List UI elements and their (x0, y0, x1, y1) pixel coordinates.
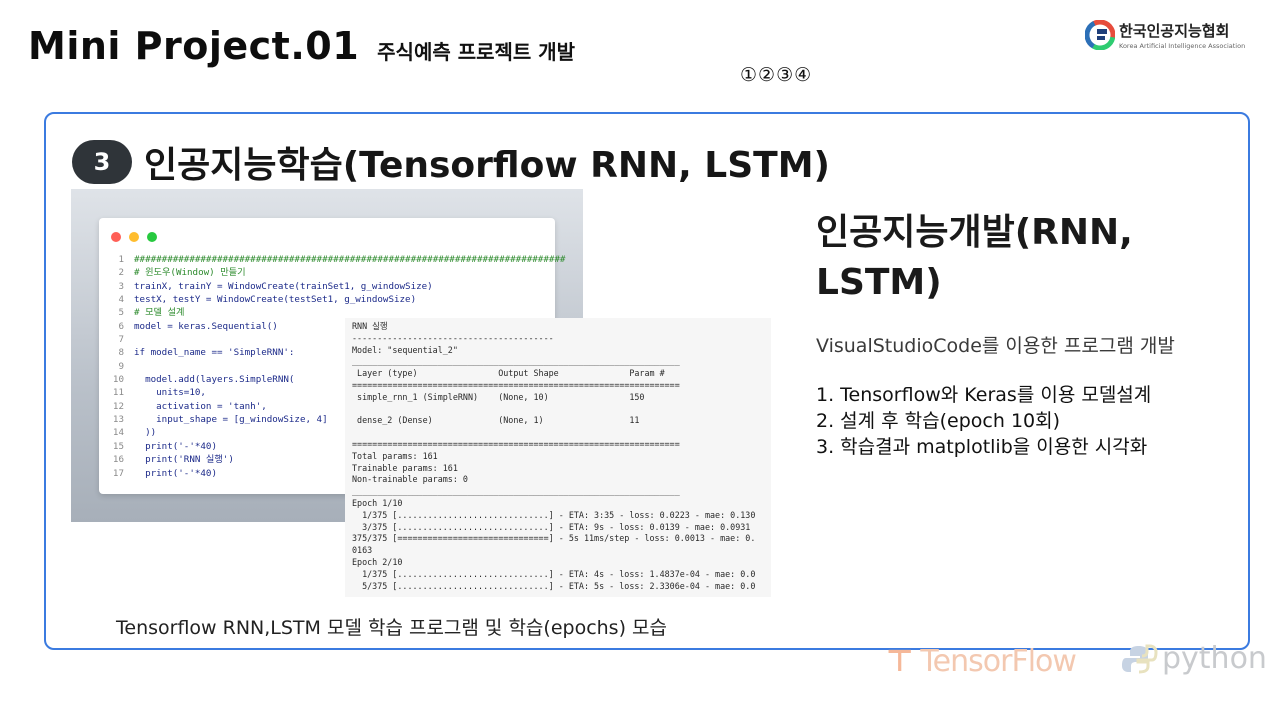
code-text: trainX, trainY = WindowCreate(trainSet1,… (134, 280, 433, 292)
line-number: 8 (118, 347, 124, 359)
console-line: 0163 (352, 545, 373, 556)
tensorflow-watermark-text: TensorFlow (920, 644, 1076, 679)
console-line: 1/375 [..............................] -… (352, 568, 756, 579)
code-line: 1 #######################################… (109, 253, 565, 266)
console-line: 3/375 [..............................] -… (352, 521, 751, 532)
line-number: 4 (118, 294, 124, 306)
console-line: simple_rnn_1 (SimpleRNN) (None, 10) 150 (352, 391, 645, 402)
code-text: print('-'*40) (134, 440, 217, 452)
code-text: input_shape = [g_windowSize, 4] (134, 414, 328, 426)
line-number: 10 (112, 374, 124, 386)
code-line: 4 testX, testY = WindowCreate(testSet1, g… (109, 293, 565, 306)
window-close-dot (111, 232, 121, 242)
line-number: 9 (118, 360, 124, 372)
console-line: Epoch 1/10 (352, 497, 403, 508)
code-text: ########################################… (134, 254, 566, 265)
python-logo-icon (1122, 644, 1158, 673)
slide-title: Mini Project.01 주식예측 프로젝트 개발 (28, 24, 575, 68)
code-text: activation = 'tanh', (134, 400, 267, 412)
line-number: 2 (118, 267, 124, 279)
console-line: 375/375 [==============================]… (352, 533, 756, 544)
line-number: 17 (112, 467, 124, 479)
console-line: Layer (type) Output Shape Param # (352, 368, 665, 379)
code-text: # 모델 설계 (134, 307, 185, 319)
line-number: 3 (118, 280, 124, 292)
console-lines: RNN 실행 ----------------------------------… (352, 321, 755, 592)
line-number: 12 (112, 400, 124, 412)
console-line: 1/375 [..............................] -… (352, 509, 756, 520)
console-line: Total params: 161 (352, 450, 438, 461)
code-text: )) (134, 427, 157, 439)
console-line: ========================================… (352, 379, 680, 390)
line-number: 15 (112, 440, 124, 452)
org-name-en: Korea Artificial Intelligence Associatio… (1119, 42, 1246, 50)
code-line: 3 trainX, trainY = WindowCreate(trainSet1… (109, 280, 565, 293)
line-number: 13 (112, 414, 124, 426)
line-number: 6 (118, 320, 124, 332)
step-item: 2. 설계 후 학습(epoch 10회) (816, 410, 1061, 432)
console-line: Model: "sequential_2" (352, 344, 458, 355)
console-line: Trainable params: 161 (352, 462, 458, 473)
console-line: ________________________________________… (352, 356, 680, 367)
kaia-logo-icon (1084, 19, 1116, 51)
project-subtitle: 주식예측 프로젝트 개발 (377, 40, 576, 64)
step-markers: ①②③④ (740, 64, 813, 86)
step-list: 1. Tensorflow와 Keras를 이용 모델설계 2. 설계 후 학습(… (816, 382, 1151, 460)
line-number: 16 (112, 454, 124, 466)
console-line: Epoch 2/10 (352, 556, 403, 567)
console-output: RNN 실행 ----------------------------------… (345, 318, 771, 597)
code-line: 2 # 윈도우(Window) 만들기 (109, 266, 565, 279)
console-line: ========================================… (352, 438, 680, 449)
console-line: ________________________________________… (352, 486, 680, 497)
section-header: 3 인공지능학습(Tensorflow RNN, LSTM) (72, 136, 830, 188)
section-number-badge: 3 (72, 140, 132, 184)
step-item: 1. Tensorflow와 Keras를 이용 모델설계 (816, 384, 1152, 406)
org-logo: 한국인공지능협회 Korea Artificial Intelligence A… (1084, 19, 1246, 51)
tensorflow-watermark: ⊤ TensorFlow (886, 644, 1077, 679)
tensorflow-logo-icon: ⊤ (886, 644, 913, 679)
line-number: 1 (118, 254, 124, 265)
console-line: RNN 실행 (352, 321, 388, 331)
console-line: ---------------------------------------- (352, 332, 554, 343)
window-maximize-dot (147, 232, 157, 242)
code-text: print('-'*40) (134, 467, 217, 479)
right-heading: 인공지능개발(RNN, LSTM) (816, 212, 1133, 303)
line-number: 14 (112, 427, 124, 439)
code-text: print('RNN 실행') (134, 454, 234, 466)
line-number: 11 (112, 387, 124, 399)
code-text: # 윈도우(Window) 만들기 (134, 267, 246, 279)
figure-caption: Tensorflow RNN,LSTM 모델 학습 프로그램 및 학습(epoc… (116, 617, 667, 639)
line-number: 7 (118, 334, 124, 346)
python-watermark-text: python (1162, 641, 1267, 676)
code-text: if model_name == 'SimpleRNN': (134, 347, 295, 359)
console-line: Non-trainable params: 0 (352, 474, 468, 485)
code-text: testX, testY = WindowCreate(testSet1, g_… (134, 294, 417, 306)
line-number: 5 (118, 307, 124, 319)
step-item: 3. 학습결과 matplotlib을 이용한 시각화 (816, 436, 1148, 458)
code-text: model.add(layers.SimpleRNN( (134, 374, 295, 386)
python-watermark: python (1120, 641, 1267, 676)
org-name: 한국인공지능협회 (1119, 22, 1230, 40)
console-line: 5/375 [..............................] -… (352, 580, 756, 591)
code-text: model = keras.Sequential() (134, 320, 278, 332)
project-title: Mini Project.01 (28, 24, 360, 68)
console-line: dense_2 (Dense) (None, 1) 11 (352, 415, 640, 426)
section-title: 인공지능학습(Tensorflow RNN, LSTM) (144, 145, 831, 186)
window-minimize-dot (129, 232, 139, 242)
code-text: units=10, (134, 387, 206, 399)
right-description: VisualStudioCode를 이용한 프로그램 개발 (816, 335, 1175, 357)
